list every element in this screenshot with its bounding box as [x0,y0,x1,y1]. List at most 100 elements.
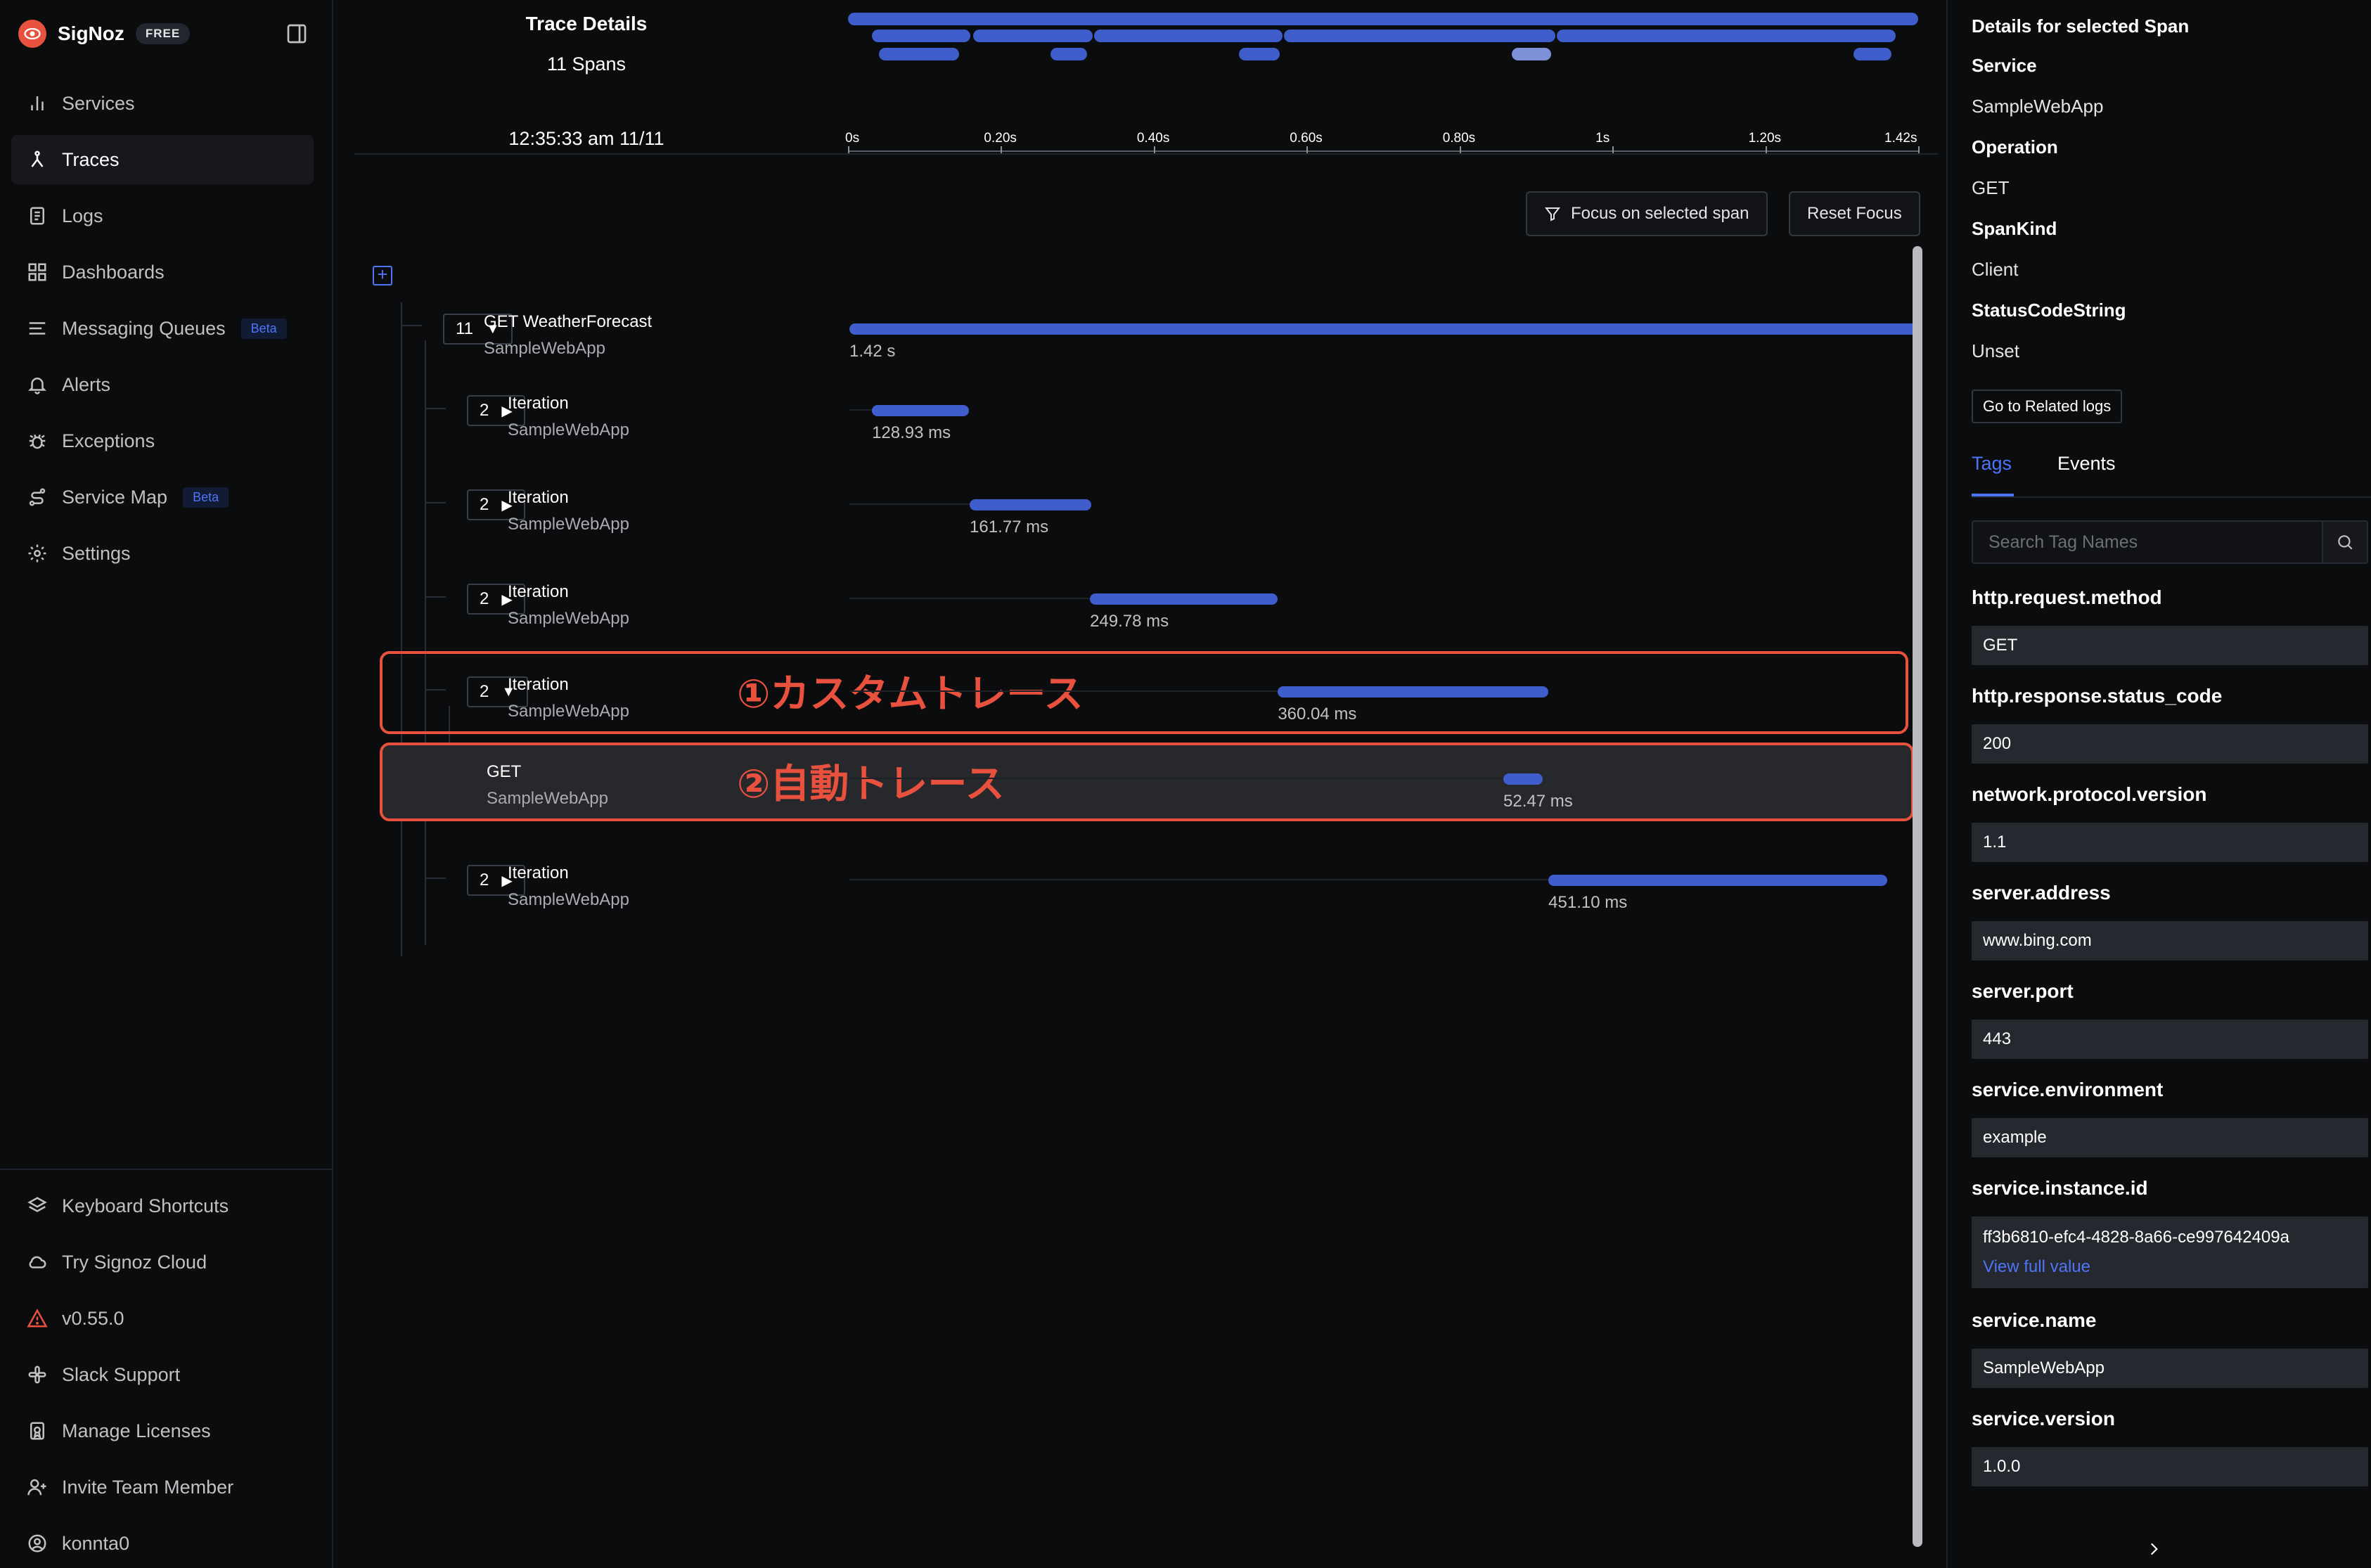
minimap-bar [1050,48,1087,60]
sidebar-item-label: Keyboard Shortcuts [62,1195,229,1216]
child-count: 2 [480,495,489,514]
sidebar-item-traces[interactable]: Traces [11,135,314,184]
tab-tags[interactable]: Tags [1972,453,2012,475]
sidebar-item-try-signoz-cloud[interactable]: Try Signoz Cloud [11,1238,314,1287]
span-offset-track [849,409,873,411]
span-name: Iteration [508,582,569,601]
tag-search-input[interactable] [1972,520,2323,564]
sidebar-item-label: Alerts [62,373,111,395]
axis-tick-mark [1918,146,1920,153]
span-name: GET [487,762,522,781]
span-service: SampleWebApp [508,702,629,721]
axis-tick-mark [1153,146,1155,153]
warning-icon [27,1309,48,1328]
sidebar-item-settings[interactable]: Settings [11,529,314,578]
trace-timestamp: 12:35:33 am 11/11 [508,128,664,149]
bug-icon [29,434,46,449]
tag-value-text: example [1983,1128,2047,1147]
plan-badge: FREE [135,23,191,44]
focus-button-label: Focus on selected span [1571,204,1749,223]
focus-selected-span-button[interactable]: Focus on selected span [1526,191,1768,236]
tag-value: GET [1972,626,2368,665]
span-duration-label: 360.04 ms [1278,705,1357,724]
span-duration-bar[interactable] [1503,773,1543,785]
tab-events[interactable]: Events [2057,453,2116,475]
expand-all-icon[interactable]: + [373,265,392,285]
axis-tick-label: 1.42s [1884,131,1917,146]
span-name: GET WeatherForecast [484,312,653,331]
span-duration-bar[interactable] [1278,686,1549,698]
axis-line [848,150,1918,152]
sidebar-item-label: Settings [62,542,131,564]
auto-trace-annotation: ②自動トレース [737,761,1005,807]
scrollbar-thumb[interactable] [1913,246,1922,1547]
sidebar-item-exceptions[interactable]: Exceptions [11,416,314,465]
field-key-status: StatusCodeString [1972,300,2126,321]
field-key-spankind: SpanKind [1972,218,2057,239]
filter-icon [1544,207,1561,221]
field-key-service: Service [1972,55,2037,76]
list-minus-icon [29,322,46,335]
minimap-bar [872,30,970,42]
field-value-service: SampleWebApp [1972,96,2104,117]
tag-value: ff3b6810-efc4-4828-8a66-ce997642409a View… [1972,1216,2368,1288]
span-duration-bar[interactable] [1090,593,1278,605]
sidebar-item-label: Exceptions [62,430,155,451]
user-circle-icon [28,1534,46,1553]
sidebar-collapse-icon[interactable] [285,23,308,45]
tag-value: SampleWebApp [1972,1349,2368,1388]
sidebar-item-messaging-queues[interactable]: Messaging Queues Beta [11,304,314,353]
axis-tick-label: 0s [845,131,860,146]
tag-key: service.instance.id [1972,1177,2148,1199]
span-duration-bar[interactable] [1548,875,1888,886]
sidebar-item-logs[interactable]: Logs [11,191,314,240]
reset-focus-button[interactable]: Reset Focus [1789,191,1920,236]
sidebar-item-user[interactable]: konnta0 [11,1519,314,1568]
field-value-spankind: Client [1972,259,2019,280]
span-duration-bar[interactable] [849,323,1917,335]
sidebar-item-label: Traces [62,148,120,170]
span-offset-track [849,598,1091,599]
sidebar-item-keyboard-shortcuts[interactable]: Keyboard Shortcuts [11,1181,314,1230]
minimap-bar [1284,30,1555,42]
related-logs-button[interactable]: Go to Related logs [1972,390,2123,423]
view-full-value-link[interactable]: View full value [1983,1257,2090,1277]
trace-title: Trace Details [525,13,648,34]
span-duration-bar[interactable] [872,405,969,416]
span-duration-bar[interactable] [970,499,1092,510]
tree-line [425,502,446,503]
minimap-bar [1853,48,1891,60]
tree-line [425,408,446,409]
sidebar-item-label: Service Map [62,486,168,508]
tag-key: service.environment [1972,1079,2164,1100]
axis-tick-label: 0.80s [1442,131,1476,146]
sidebar-item-version[interactable]: v0.55.0 [11,1294,314,1343]
span-count: 11 Spans [546,53,627,75]
child-count: 2 [480,682,489,701]
header-divider [354,153,1938,155]
sidebar-item-services[interactable]: Services [11,79,314,128]
search-button[interactable] [2322,520,2368,564]
sidebar-item-label: Manage Licenses [62,1420,211,1441]
sidebar-item-service-map[interactable]: Service Map Beta [11,473,314,522]
sidebar-item-label: Slack Support [62,1363,181,1385]
span-service: SampleWebApp [508,515,629,534]
tag-value-text: 200 [1983,734,2012,753]
brand[interactable]: SigNoz FREE [18,18,191,49]
minimap-bar [879,48,959,60]
chevron-right-icon[interactable] [2145,1540,2163,1558]
span-name: Iteration [508,863,569,882]
sidebar-item-alerts[interactable]: Alerts [11,360,314,409]
sidebar-item-slack-support[interactable]: Slack Support [11,1350,314,1399]
sidebar-item-invite-team-member[interactable]: Invite Team Member [11,1463,314,1512]
tag-value-text: ff3b6810-efc4-4828-8a66-ce997642409a [1983,1228,2289,1247]
tag-value-text: 1.0.0 [1983,1457,2021,1476]
tag-key: service.version [1972,1408,2115,1429]
axis-tick-mark [1001,146,1003,153]
bell-icon [27,378,47,394]
axis-tick-label: 0.20s [984,131,1017,146]
sidebar-item-dashboards[interactable]: Dashboards [11,248,314,297]
field-key-operation: Operation [1972,136,2058,158]
sidebar-item-manage-licenses[interactable]: Manage Licenses [11,1406,314,1455]
bar-chart-icon [31,96,44,110]
